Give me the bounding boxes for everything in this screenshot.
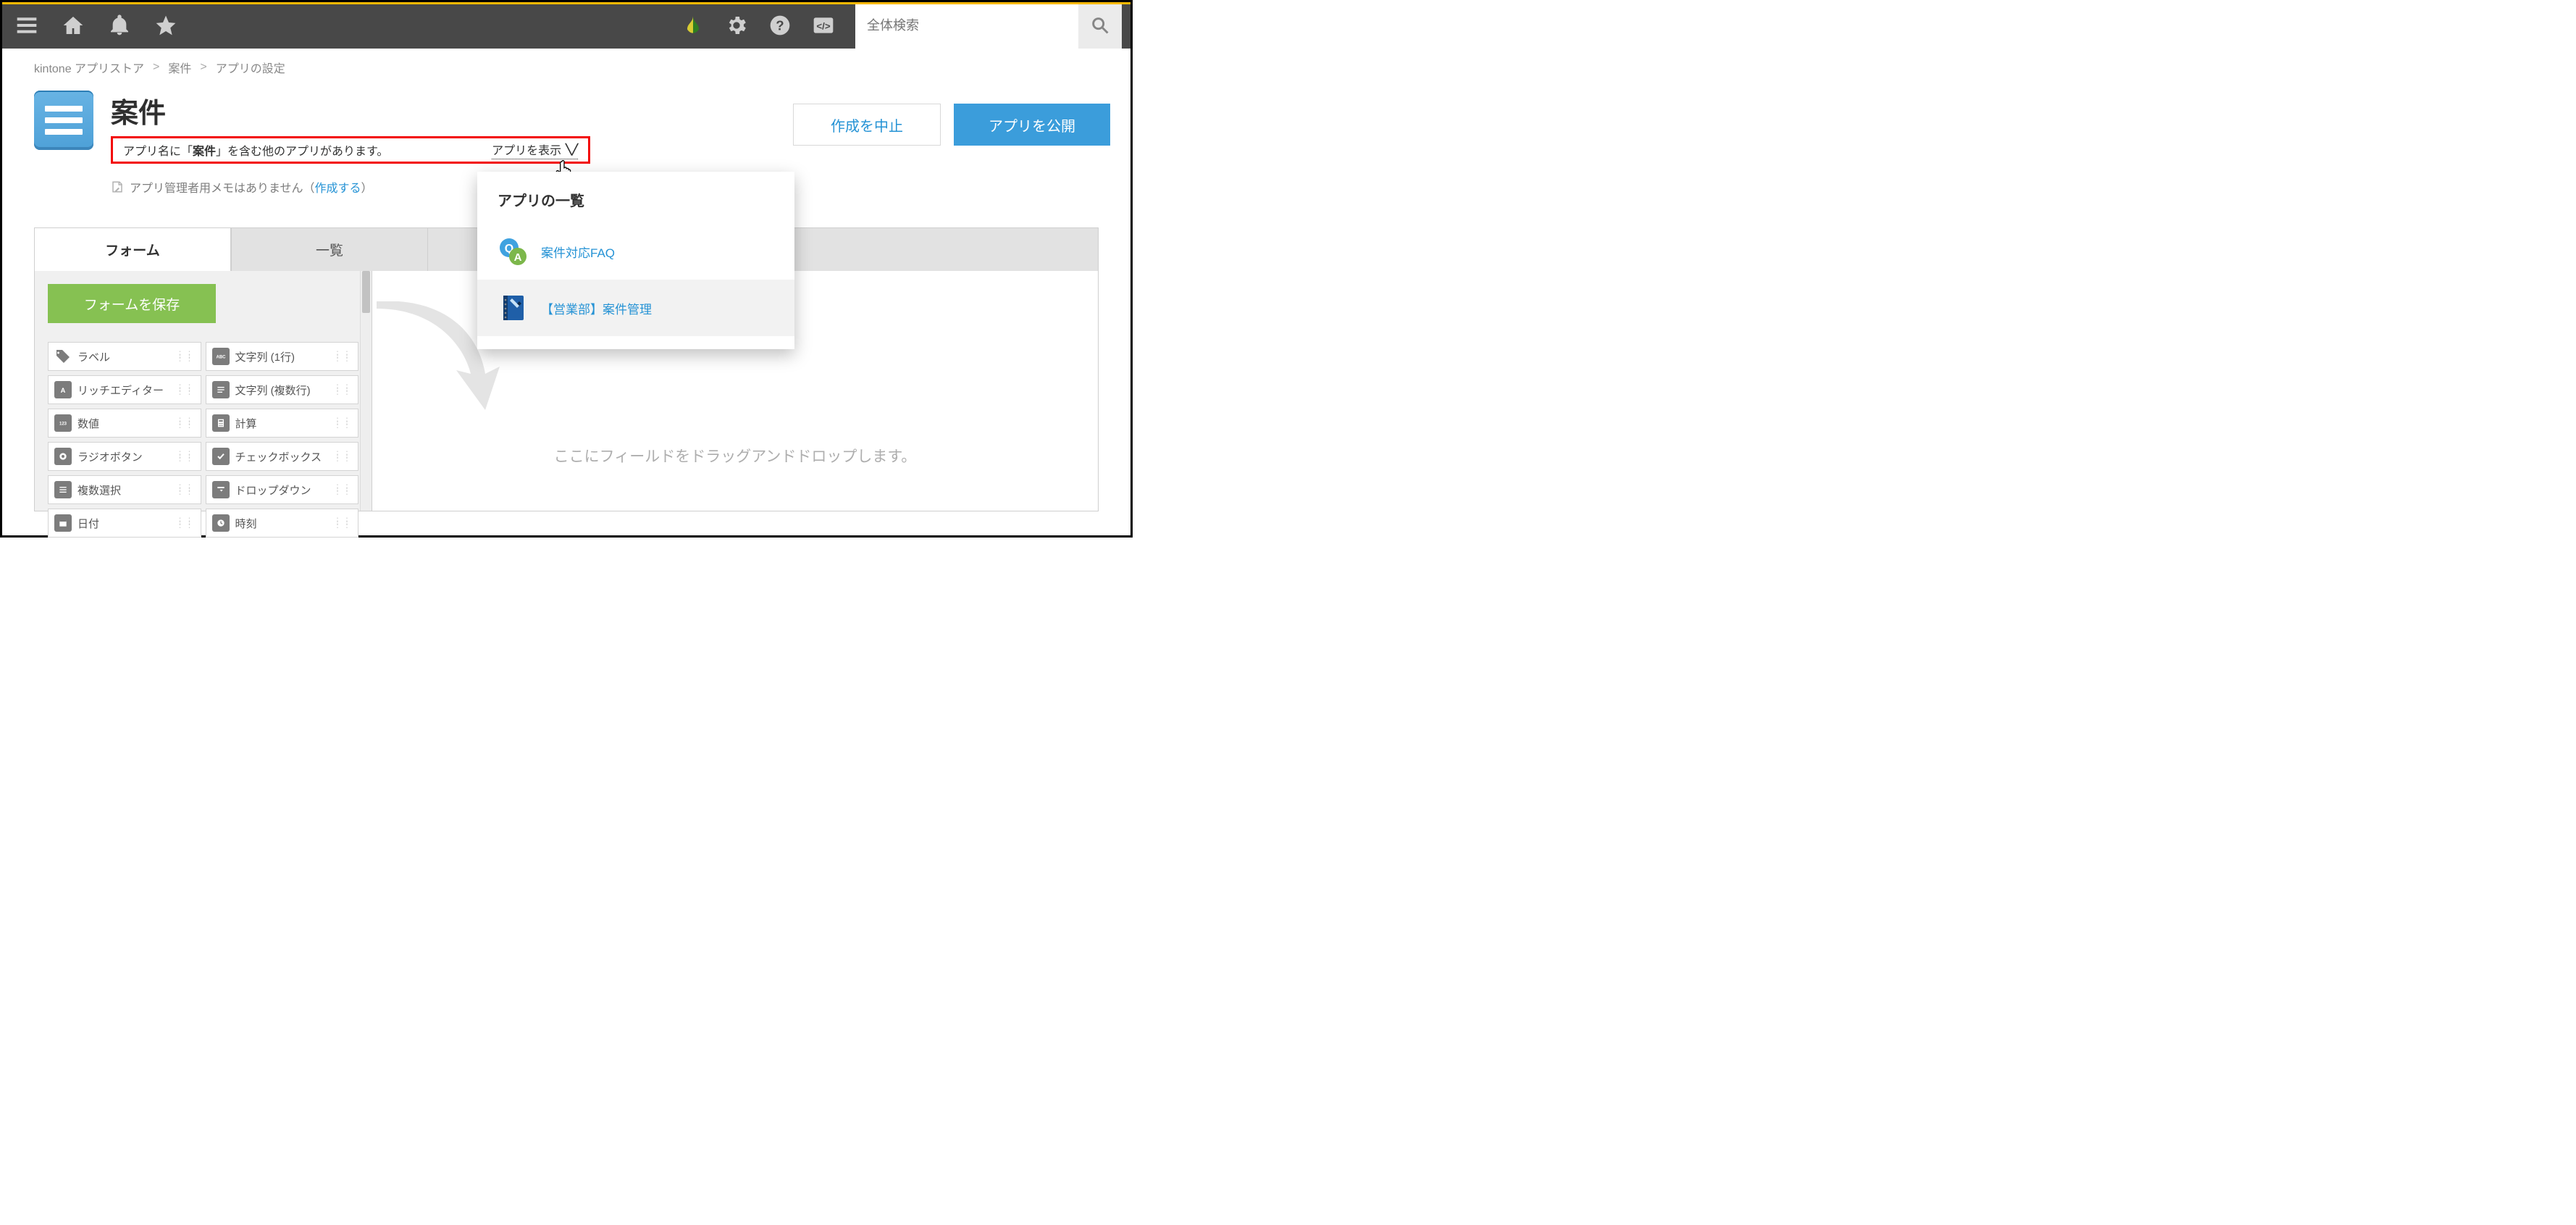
breadcrumb: kintone アプリストア > 案件 > アプリの設定 <box>34 59 1099 76</box>
abc-icon: ABC <box>212 348 230 365</box>
clock-icon <box>212 514 230 532</box>
svg-text:A: A <box>61 387 66 394</box>
publish-button[interactable]: アプリを公開 <box>954 104 1110 146</box>
panel-scrollbar[interactable] <box>360 271 372 511</box>
notebook-icon <box>498 293 528 323</box>
breadcrumb-item[interactable]: 案件 <box>168 59 191 76</box>
chevron-right-icon: > <box>153 61 159 74</box>
tab-list[interactable]: 一覧 <box>231 227 428 271</box>
field-radio[interactable]: ラジオボタン⋮⋮⋮⋮ <box>48 442 201 471</box>
app-icon <box>34 91 93 150</box>
popover-item[interactable]: 【営業部】案件管理 <box>477 280 794 336</box>
svg-text:?: ? <box>776 18 784 33</box>
checkbox-icon <box>212 448 230 465</box>
svg-text:A: A <box>514 251 522 264</box>
menu-icon[interactable] <box>15 14 38 37</box>
leaf-icon[interactable] <box>681 14 705 37</box>
create-memo-link[interactable]: 作成する <box>315 183 361 195</box>
chevron-down-icon: ╲╱ <box>566 143 578 156</box>
field-panel: フォームを保存 ラベル⋮⋮⋮⋮ ABC文字列 (1行)⋮⋮⋮⋮ Aリッチエディタ… <box>35 271 372 511</box>
faq-icon: QA <box>498 236 528 267</box>
chevron-right-icon: > <box>200 61 206 74</box>
field-text-single[interactable]: ABC文字列 (1行)⋮⋮⋮⋮ <box>206 342 359 371</box>
field-calc[interactable]: 計算⋮⋮⋮⋮ <box>206 409 359 438</box>
svg-text:ABC: ABC <box>216 356 226 360</box>
lines-icon <box>212 381 230 398</box>
field-number[interactable]: 123数値⋮⋮⋮⋮ <box>48 409 201 438</box>
popover-title: アプリの一覧 <box>477 189 794 223</box>
field-multiselect[interactable]: 複数選択⋮⋮⋮⋮ <box>48 475 201 504</box>
svg-text:123: 123 <box>59 422 67 427</box>
dropdown-icon <box>212 481 230 498</box>
calendar-icon <box>54 514 72 532</box>
number-icon: 123 <box>54 414 72 432</box>
home-icon[interactable] <box>62 14 85 37</box>
tab-form[interactable]: フォーム <box>34 227 231 271</box>
breadcrumb-item[interactable]: kintone アプリストア <box>34 59 144 76</box>
svg-text:</>: </> <box>816 20 830 31</box>
field-checkbox[interactable]: チェックボックス⋮⋮⋮⋮ <box>206 442 359 471</box>
code-icon[interactable]: </> <box>812 14 835 37</box>
show-apps-toggle[interactable]: アプリを表示╲╱ <box>492 141 578 159</box>
gear-icon[interactable] <box>725 14 748 37</box>
field-label[interactable]: ラベル⋮⋮⋮⋮ <box>48 342 201 371</box>
search-input[interactable] <box>855 2 1078 49</box>
notice-text: アプリ名に「案件」を含む他のアプリがあります。 <box>123 141 388 159</box>
cancel-button[interactable]: 作成を中止 <box>793 104 941 146</box>
field-time[interactable]: 時刻⋮⋮⋮⋮ <box>206 509 359 538</box>
field-rich-editor[interactable]: Aリッチエディター⋮⋮⋮⋮ <box>48 375 201 404</box>
note-edit-icon <box>111 180 124 193</box>
app-list-popover: アプリの一覧 QA 案件対応FAQ 【営業部】案件管理 <box>477 172 794 349</box>
search-button[interactable] <box>1078 2 1122 49</box>
field-date[interactable]: 日付⋮⋮⋮⋮ <box>48 509 201 538</box>
help-icon[interactable]: ? <box>768 14 792 37</box>
popover-link: 【営業部】案件管理 <box>541 299 652 317</box>
star-icon[interactable] <box>154 14 177 37</box>
list-icon <box>54 481 72 498</box>
calculator-icon <box>212 414 230 432</box>
tag-icon <box>54 348 72 365</box>
field-text-multi[interactable]: 文字列 (複数行)⋮⋮⋮⋮ <box>206 375 359 404</box>
duplicate-notice: アプリ名に「案件」を含む他のアプリがあります。 アプリを表示╲╱ <box>111 136 590 164</box>
drop-hint-text: ここにフィールドをドラッグアンドドロップします。 <box>372 445 1098 467</box>
popover-item[interactable]: QA 案件対応FAQ <box>477 223 794 280</box>
breadcrumb-item: アプリの設定 <box>216 59 285 76</box>
top-bar: ? </> <box>2 2 1130 49</box>
bell-icon[interactable] <box>108 14 131 37</box>
field-dropdown[interactable]: ドロップダウン⋮⋮⋮⋮ <box>206 475 359 504</box>
popover-link: 案件対応FAQ <box>541 243 615 261</box>
letter-a-icon: A <box>54 381 72 398</box>
save-form-button[interactable]: フォームを保存 <box>48 284 216 323</box>
radio-icon <box>54 448 72 465</box>
